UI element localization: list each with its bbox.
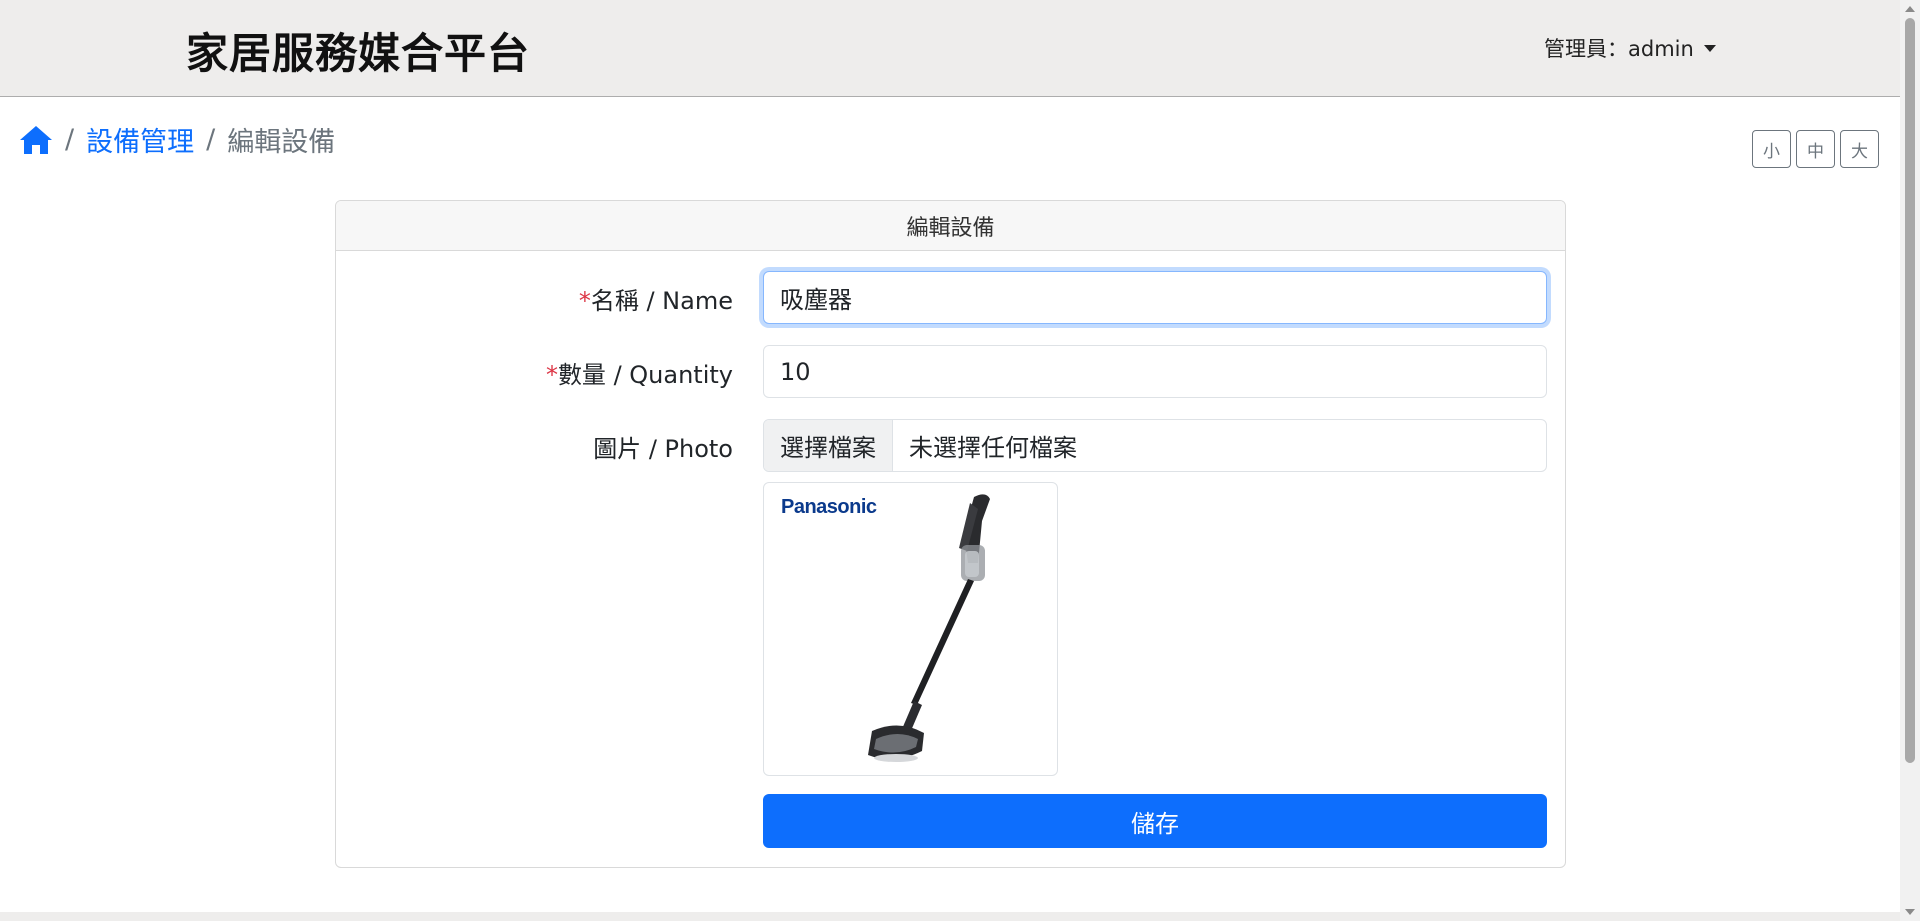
scrollbar-thumb[interactable] [1905,18,1915,763]
breadcrumb-separator: / [65,124,75,155]
admin-dropdown[interactable]: 管理員：admin [1544,33,1716,63]
choose-file-button[interactable]: 選擇檔案 [764,420,893,471]
required-mark: * [545,361,558,389]
scroll-up-icon[interactable] [1905,6,1915,12]
name-label: *名稱 / Name [578,287,733,315]
photo-file-input[interactable]: 選擇檔案 未選擇任何檔案 [763,419,1547,472]
name-input[interactable]: 吸塵器 [763,271,1547,324]
font-size-small-button[interactable]: 小 [1752,130,1791,168]
font-size-medium-button[interactable]: 中 [1796,130,1835,168]
brand-title[interactable]: 家居服務媒合平台 [186,20,530,81]
photo-preview: Panasonic [763,482,1058,776]
vacuum-image: Panasonic [781,494,990,762]
admin-label: 管理員：admin [1544,37,1694,61]
breadcrumb-current: 編輯設備 [227,127,336,158]
file-status-text: 未選擇任何檔案 [909,434,1077,462]
home-icon[interactable] [19,124,53,156]
font-size-large-button[interactable]: 大 [1840,130,1879,168]
breadcrumb: / 設備管理 / 編輯設備 [19,120,335,159]
font-size-controls: 小 中 大 [1752,130,1879,168]
quantity-input[interactable]: 10 [763,345,1547,398]
image-brand-text: Panasonic [781,496,877,518]
quantity-label: *數量 / Quantity [545,361,733,389]
card-header: 編輯設備 [336,201,1565,251]
breadcrumb-separator: / [206,124,216,155]
photo-label: 圖片 / Photo [593,435,733,463]
save-button[interactable]: 儲存 [763,794,1547,848]
top-navbar: 家居服務媒合平台 管理員：admin [0,0,1900,97]
caret-down-icon [1703,44,1716,52]
required-mark: * [578,287,591,315]
scroll-down-icon[interactable] [1905,909,1915,915]
edit-equipment-card: 編輯設備 *名稱 / Name 吸塵器 *數量 / Quantity 10 圖片… [335,200,1566,868]
breadcrumb-equipment-management[interactable]: 設備管理 [86,120,194,159]
footer-strip [0,912,1900,921]
vertical-scrollbar[interactable] [1900,0,1920,921]
